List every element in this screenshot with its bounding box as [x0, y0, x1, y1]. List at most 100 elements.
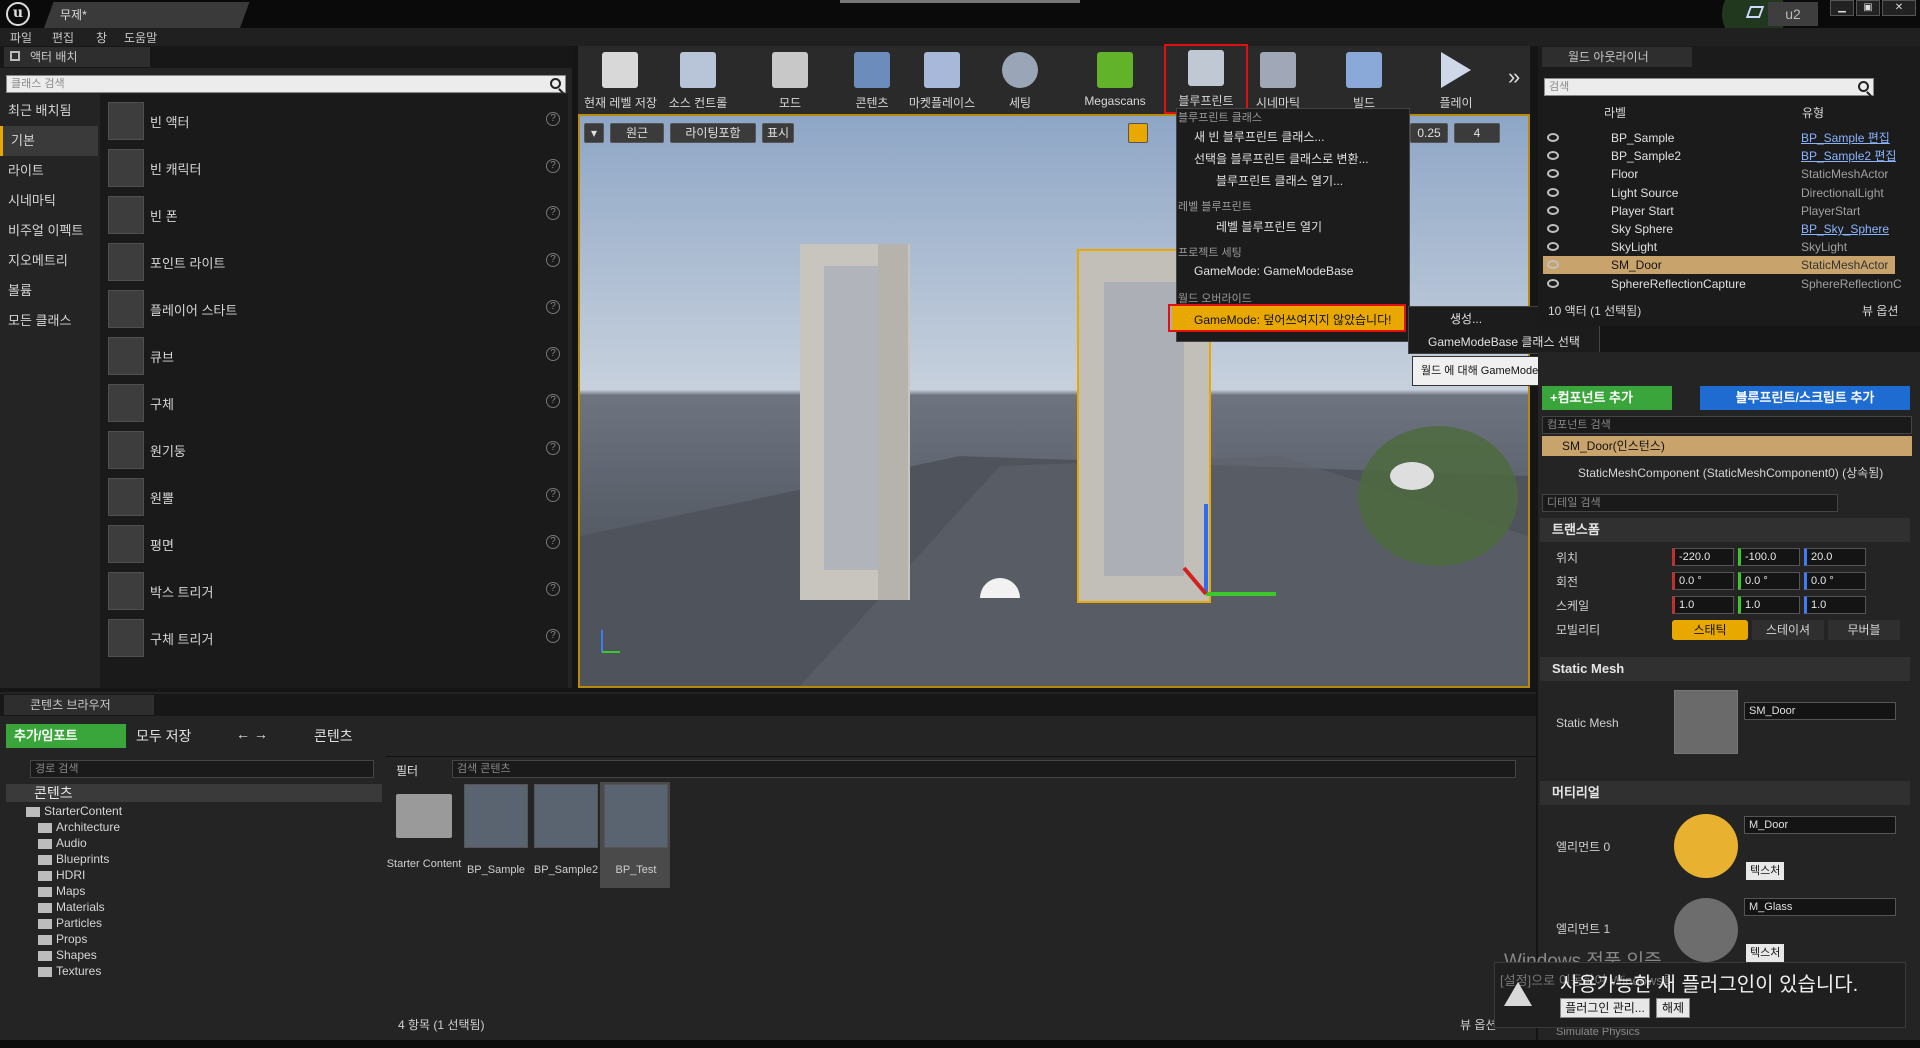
tree-folder[interactable]: StarterContent	[26, 804, 122, 820]
actor-cylinder[interactable]: 원기둥?	[104, 427, 566, 474]
rotation-x-field[interactable]: 0.0 °	[1672, 572, 1734, 590]
camera-speed-button[interactable]: 4	[1454, 123, 1500, 143]
material-glass-picker[interactable]: M_Glass	[1744, 898, 1896, 916]
rotation-y-field[interactable]: 0.0 °	[1738, 572, 1800, 590]
manage-plugins-button[interactable]: 플러그인 관리...	[1560, 998, 1650, 1018]
add-import-button[interactable]: 추가/임포트	[6, 724, 126, 748]
outliner-row[interactable]: BP_Sample BP_Sample 편집	[1543, 129, 1895, 147]
visibility-eye-icon[interactable]	[1547, 187, 1559, 197]
visibility-eye-icon[interactable]	[1547, 205, 1559, 215]
tree-folder[interactable]: HDRI	[38, 868, 85, 884]
convert-to-blueprint-item[interactable]: 선택을 블루프린트 클래스로 변환...	[1194, 150, 1369, 167]
dismiss-button[interactable]: 해제	[1656, 998, 1690, 1018]
category-basic[interactable]: 기본	[0, 126, 98, 156]
transform-mode-icon[interactable]	[1128, 123, 1148, 143]
material-door-picker[interactable]: M_Door	[1744, 816, 1896, 834]
actor-player-start[interactable]: 플레이어 스타트?	[104, 286, 566, 333]
static-mesh-section[interactable]: Static Mesh	[1540, 657, 1910, 681]
tree-root-content[interactable]: 콘텐츠	[6, 784, 382, 802]
marketplace-button[interactable]: 마켓플레이스	[902, 48, 982, 112]
open-blueprint-class-item[interactable]: 블루프린트 클래스 열기...	[1216, 172, 1343, 189]
back-forward-icon[interactable]: ← →	[236, 726, 268, 742]
transform-section[interactable]: 트랜스폼	[1540, 518, 1910, 542]
lit-mode-button[interactable]: 라이팅포함	[670, 123, 756, 143]
toolbar-overflow-icon[interactable]: »	[1508, 64, 1520, 90]
location-y-field[interactable]: -100.0	[1738, 548, 1800, 566]
actor-cube[interactable]: 큐브?	[104, 333, 566, 380]
mobility-static-button[interactable]: 스태틱	[1672, 620, 1748, 640]
folder-icon[interactable]	[396, 794, 452, 838]
category-lights[interactable]: 라이트	[0, 156, 98, 186]
play-button[interactable]: 플레이	[1420, 48, 1492, 112]
gamemode-project-item[interactable]: GameMode: GameModeBase	[1194, 264, 1353, 278]
class-search-input[interactable]: 클래스 검색	[6, 75, 566, 93]
outliner-row[interactable]: SM_Door StaticMeshActor	[1543, 256, 1895, 275]
static-mesh-component-row[interactable]: StaticMeshComponent (StaticMeshComponent…	[1578, 464, 1883, 481]
save-level-button[interactable]: 현재 레벨 저장	[584, 48, 657, 112]
path-search-input[interactable]: 경로 검색	[30, 760, 374, 778]
menu-edit[interactable]: 편집	[52, 29, 74, 46]
path-breadcrumb[interactable]: 콘텐츠	[314, 726, 353, 746]
create-gamemode-item[interactable]: 생성...	[1450, 310, 1482, 327]
minimize-button[interactable]: ▁	[1830, 0, 1854, 16]
outliner-row-type[interactable]: BP_Sky_Sphere	[1801, 220, 1889, 238]
help-icon[interactable]: ?	[546, 253, 560, 267]
filter-button[interactable]: 필터	[396, 762, 418, 779]
select-gamemode-class-item[interactable]: GameModeBase 클래스 선택	[1428, 333, 1580, 350]
visibility-eye-icon[interactable]	[1547, 133, 1559, 142]
outliner-row-type[interactable]: BP_Sample 편집	[1801, 129, 1890, 147]
visibility-eye-icon[interactable]	[1547, 169, 1559, 179]
static-mesh-thumbnail[interactable]	[1674, 690, 1738, 754]
tree-folder[interactable]: Materials	[38, 900, 105, 916]
help-icon[interactable]: ?	[546, 206, 560, 220]
content-search-input[interactable]: 검색 콘텐츠	[452, 760, 1516, 778]
place-actors-tab[interactable]: 액터 배치	[4, 47, 150, 67]
texture-dropdown-1[interactable]: 텍스처	[1746, 944, 1785, 962]
outliner-column-label[interactable]: 라벨	[1604, 104, 1626, 121]
help-icon[interactable]: ?	[546, 300, 560, 314]
category-volumes[interactable]: 볼륨	[0, 276, 98, 306]
static-mesh-picker[interactable]: SM_Door	[1744, 702, 1896, 720]
help-icon[interactable]: ?	[546, 629, 560, 643]
tree-folder[interactable]: Shapes	[38, 948, 97, 964]
scale-snap-value[interactable]: 0.25	[1410, 123, 1448, 143]
actor-plane[interactable]: 평면?	[104, 521, 566, 568]
tree-folder[interactable]: Blueprints	[38, 852, 109, 868]
build-button[interactable]: 빌드	[1328, 48, 1400, 112]
perspective-button[interactable]: 원근	[610, 123, 664, 143]
unreal-logo-icon[interactable]: u	[6, 2, 30, 26]
material-glass-thumbnail[interactable]	[1674, 898, 1738, 962]
outliner-column-type[interactable]: 유형	[1802, 104, 1824, 121]
category-recent[interactable]: 최근 배치됨	[0, 96, 98, 126]
tree-folder[interactable]: Architecture	[38, 820, 120, 836]
scale-x-field[interactable]: 1.0	[1672, 596, 1734, 614]
outliner-view-options[interactable]: 뷰 옵션	[1862, 302, 1898, 319]
actor-empty-actor[interactable]: 빈 액터?	[104, 98, 566, 145]
outliner-row[interactable]: Sky Sphere BP_Sky_Sphere	[1543, 220, 1895, 238]
content-browser-tab[interactable]: 콘텐츠 브라우저	[4, 695, 154, 715]
show-button[interactable]: 표시	[762, 123, 794, 143]
help-icon[interactable]: ?	[546, 535, 560, 549]
outliner-row[interactable]: Light Source DirectionalLight	[1543, 184, 1895, 202]
help-icon[interactable]: ?	[546, 488, 560, 502]
outliner-row[interactable]: Floor StaticMeshActor	[1543, 165, 1895, 183]
visibility-eye-icon[interactable]	[1547, 260, 1559, 270]
add-component-button[interactable]: +컴포넌트 추가	[1542, 386, 1672, 410]
outliner-row[interactable]: Player Start PlayerStart	[1543, 202, 1895, 220]
save-all-button[interactable]: 모두 저장	[136, 726, 191, 746]
actor-point-light[interactable]: 포인트 라이트?	[104, 239, 566, 286]
help-icon[interactable]: ?	[546, 159, 560, 173]
location-z-field[interactable]: 20.0	[1804, 548, 1866, 566]
help-icon[interactable]: ?	[546, 582, 560, 596]
outliner-row[interactable]: SphereReflectionCapture SphereReflectionC	[1543, 275, 1902, 293]
help-icon[interactable]: ?	[546, 347, 560, 361]
tree-folder[interactable]: Particles	[38, 916, 102, 932]
actor-sphere[interactable]: 구체?	[104, 380, 566, 427]
location-x-field[interactable]: -220.0	[1672, 548, 1734, 566]
category-visual-effects[interactable]: 비주얼 이펙트	[0, 216, 98, 246]
close-button[interactable]: ✕	[1882, 0, 1916, 16]
scale-z-field[interactable]: 1.0	[1804, 596, 1866, 614]
detail-search-input[interactable]: 디테일 검색	[1542, 494, 1838, 512]
materials-section[interactable]: 머티리얼	[1540, 781, 1910, 805]
add-blueprint-script-button[interactable]: 블루프린트/스크립트 추가	[1700, 386, 1910, 410]
